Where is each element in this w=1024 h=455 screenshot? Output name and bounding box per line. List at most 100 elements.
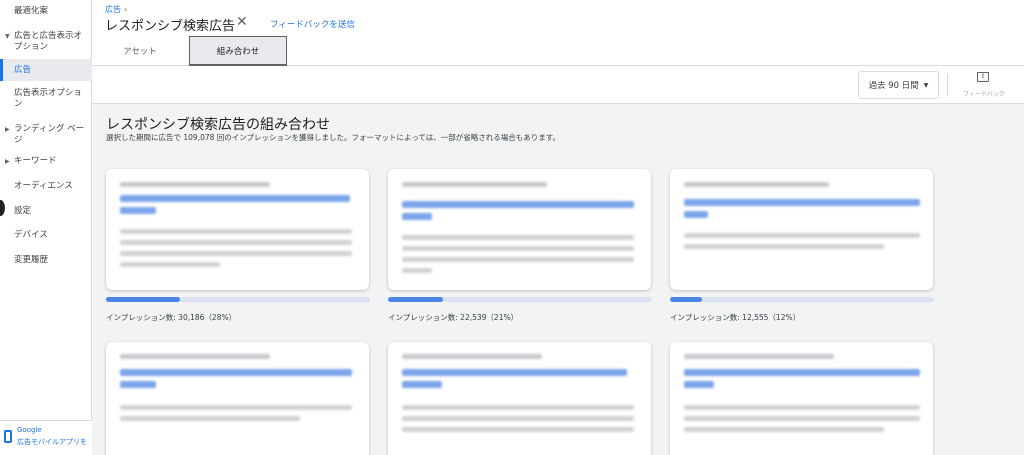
ad-preview-card[interactable] xyxy=(106,342,369,455)
promo-line2: 広告モバイルアプリを xyxy=(17,438,87,446)
send-feedback-link[interactable]: フィードバックを送信 xyxy=(270,18,355,30)
ad-preview-card[interactable] xyxy=(106,169,369,290)
tab-assets[interactable]: アセット xyxy=(92,36,188,66)
impression-count: インプレッション数: 22,539（21%） xyxy=(388,313,519,322)
sidebar-item-label: オーディエンス xyxy=(14,181,73,191)
section-subtitle: 選択した期間に広告で 109,078 回のインプレッションを獲得しました。フォー… xyxy=(106,133,561,142)
blurred-url xyxy=(684,354,834,359)
ad-preview-card[interactable] xyxy=(670,342,933,455)
promo-line1: Google xyxy=(17,426,42,434)
blurred-description xyxy=(120,229,352,234)
blurred-url xyxy=(684,182,829,187)
page-title: レスポンシブ検索広告 xyxy=(105,19,236,34)
ad-preview-card[interactable] xyxy=(388,342,651,455)
close-icon[interactable]: ✕ xyxy=(236,14,248,30)
tab-label: アセット xyxy=(123,47,157,57)
blurred-description xyxy=(120,240,352,245)
blurred-headline xyxy=(684,211,708,218)
blurred-headline xyxy=(120,207,156,214)
caret-right-icon: ▶ xyxy=(5,126,10,133)
blurred-headline xyxy=(402,381,442,388)
blurred-headline xyxy=(402,201,634,208)
sidebar-item-label: 広告 xyxy=(14,65,32,75)
blurred-description xyxy=(402,416,634,421)
ad-preview-card[interactable] xyxy=(670,169,933,290)
tab-label: 組み合わせ xyxy=(216,46,260,57)
blurred-description xyxy=(684,427,884,432)
blurred-url xyxy=(120,354,270,359)
blurred-description xyxy=(120,416,300,421)
impression-share-fill xyxy=(670,297,702,302)
feedback-button[interactable]: ! フィードバック xyxy=(956,70,1012,100)
blurred-description xyxy=(402,405,634,410)
ad-preview-card[interactable] xyxy=(388,169,651,290)
sidebar-item-recommendations[interactable]: 最適化案 xyxy=(0,6,92,17)
impression-share-fill xyxy=(106,297,180,302)
sidebar-item-label: 設定 xyxy=(14,206,32,216)
sidebar-item-landing-pages[interactable]: ▶ ランディング ページ xyxy=(0,124,92,146)
blurred-headline xyxy=(402,369,627,376)
section-title: レスポンシブ検索広告の組み合わせ xyxy=(106,117,330,133)
sidebar-item-label: キーワード xyxy=(14,156,57,166)
blurred-description xyxy=(684,233,920,238)
feedback-icon: ! xyxy=(977,72,989,82)
blurred-headline xyxy=(684,199,920,206)
breadcrumb-separator: › xyxy=(124,5,128,14)
blurred-description xyxy=(684,244,884,249)
impression-share-bar xyxy=(388,297,652,302)
blurred-description xyxy=(120,405,352,410)
impression-share-bar xyxy=(670,297,934,302)
phone-icon xyxy=(4,430,12,443)
blurred-description xyxy=(684,405,920,410)
impression-share-fill xyxy=(388,297,444,302)
blurred-headline xyxy=(120,195,350,202)
date-range-dropdown[interactable]: 過去 90 日間 ▼ xyxy=(858,71,939,99)
blurred-description xyxy=(402,268,432,273)
caret-down-icon: ▼ xyxy=(5,33,10,40)
blurred-url xyxy=(120,182,270,187)
sidebar-item-extensions[interactable]: 広告表示オプション xyxy=(0,88,92,110)
blurred-description xyxy=(120,262,220,267)
sidebar-item-label: 最適化案 xyxy=(14,6,49,16)
blurred-url xyxy=(402,354,542,359)
blurred-headline xyxy=(684,369,920,376)
blurred-description xyxy=(402,427,634,432)
page-header: 広告 › レスポンシブ検索広告 ✕ フィードバックを送信 アセット 組み合わせ xyxy=(92,0,1024,66)
sidebar-item-settings[interactable]: 設定 xyxy=(0,206,92,217)
toolbar-divider xyxy=(947,74,948,96)
impression-count: インプレッション数: 12,555（12%） xyxy=(670,313,801,322)
sidebar-item-ads-extensions[interactable]: ▼ 広告と広告表示オプション xyxy=(0,31,92,53)
blurred-description xyxy=(402,235,634,240)
blurred-headline xyxy=(402,213,432,220)
blurred-url xyxy=(402,182,547,187)
blurred-description xyxy=(402,246,634,251)
date-range-label: 過去 90 日間 xyxy=(868,81,919,91)
sidebar-item-label: ランディング ページ xyxy=(14,124,85,145)
blurred-description xyxy=(402,257,634,262)
blurred-description xyxy=(120,251,352,256)
mobile-app-promo[interactable]: Google 広告モバイルアプリを xyxy=(0,420,92,455)
toolbar: 過去 90 日間 ▼ ! フィードバック xyxy=(92,66,1024,104)
impression-share-bar xyxy=(106,297,370,302)
tab-combinations[interactable]: 組み合わせ xyxy=(189,36,287,66)
sidebar-item-label: 広告表示オプション xyxy=(14,88,83,109)
breadcrumb[interactable]: 広告 › xyxy=(105,4,127,15)
impression-count: インプレッション数: 30,186（28%） xyxy=(106,313,237,322)
sidebar: 最適化案 ▼ 広告と広告表示オプション 広告 広告表示オプション ▶ ランディング … xyxy=(0,0,92,455)
blurred-headline xyxy=(120,381,156,388)
sidebar-item-devices[interactable]: デバイス xyxy=(0,230,92,241)
sidebar-item-change-history[interactable]: 変更履歴 xyxy=(0,255,92,266)
sidebar-item-label: 広告と広告表示オプション xyxy=(14,31,83,52)
sidebar-item-audiences[interactable]: オーディエンス xyxy=(0,181,92,192)
blurred-headline xyxy=(684,381,714,388)
sidebar-item-label: 変更履歴 xyxy=(14,255,49,265)
sidebar-item-keywords[interactable]: ▶ キーワード xyxy=(0,156,92,167)
sidebar-item-label: デバイス xyxy=(14,230,48,240)
caret-right-icon: ▶ xyxy=(5,158,10,165)
sidebar-item-ads[interactable]: 広告 xyxy=(0,59,92,81)
blurred-headline xyxy=(120,369,352,376)
blurred-description xyxy=(684,416,920,421)
feedback-label: フィードバック xyxy=(963,91,1005,98)
dropdown-arrow-icon: ▼ xyxy=(923,81,929,89)
breadcrumb-link[interactable]: 広告 xyxy=(105,5,121,14)
